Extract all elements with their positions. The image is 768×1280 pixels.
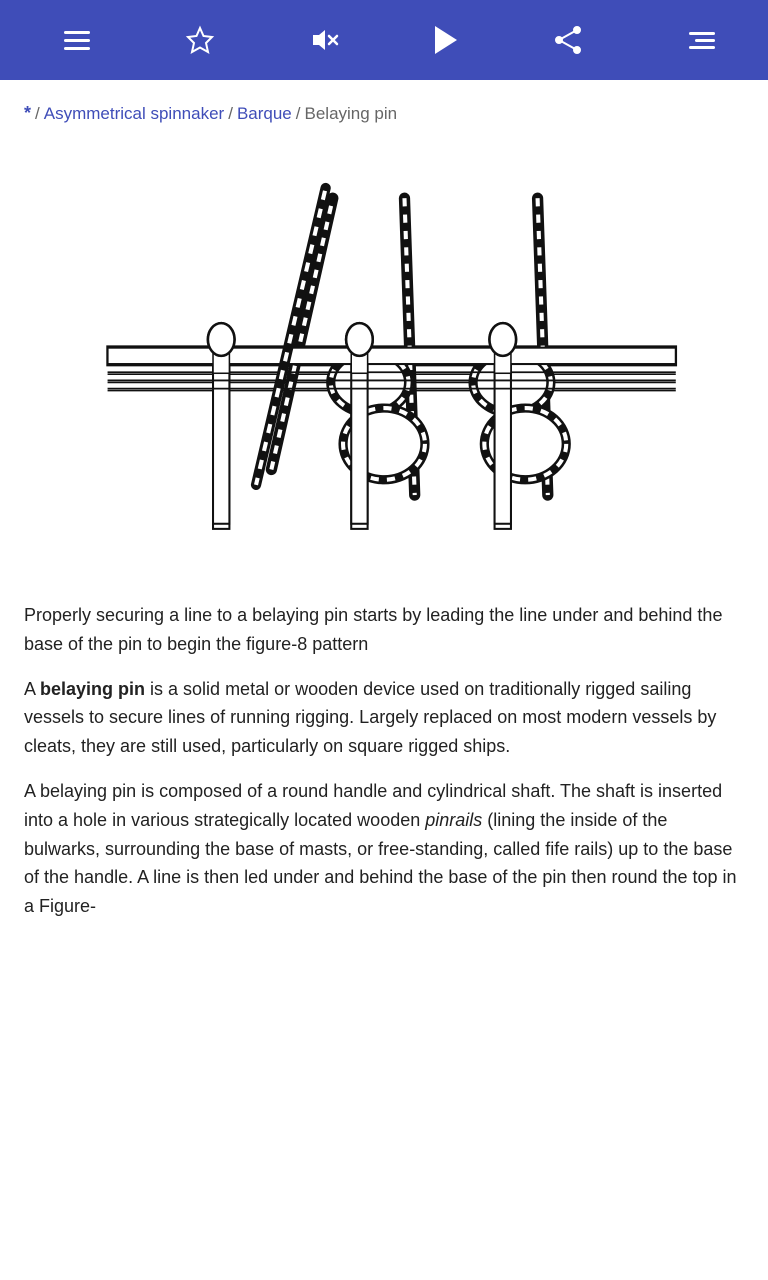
breadcrumb-link-asymmetrical[interactable]: Asymmetrical spinnaker [44, 101, 224, 127]
breadcrumb-separator-3: / [296, 101, 301, 127]
breadcrumb-star[interactable]: * [24, 100, 31, 127]
breadcrumb-current-page: Belaying pin [305, 101, 398, 127]
more-options-icon[interactable] [667, 16, 715, 64]
main-content: * / Asymmetrical spinnaker / Barque / Be… [0, 80, 768, 961]
body-paragraph-1: Properly securing a line to a belaying p… [24, 601, 744, 659]
breadcrumb-separator-1: / [35, 101, 40, 127]
share-icon[interactable] [544, 16, 592, 64]
bold-term: belaying pin [40, 679, 145, 699]
breadcrumb-separator-2: / [228, 101, 233, 127]
body-paragraph-definition: A belaying pin is a solid metal or woode… [24, 675, 744, 761]
bookmark-icon[interactable] [176, 16, 224, 64]
navbar [0, 0, 768, 80]
body-paragraph-2: A belaying pin is composed of a round ha… [24, 777, 744, 921]
belaying-pin-diagram [24, 147, 744, 577]
italic-term: pinrails [425, 810, 482, 830]
hamburger-menu-icon[interactable] [53, 16, 101, 64]
play-icon[interactable] [421, 16, 469, 64]
mute-icon[interactable] [299, 16, 347, 64]
breadcrumb-link-barque[interactable]: Barque [237, 101, 292, 127]
breadcrumb: * / Asymmetrical spinnaker / Barque / Be… [24, 100, 744, 127]
